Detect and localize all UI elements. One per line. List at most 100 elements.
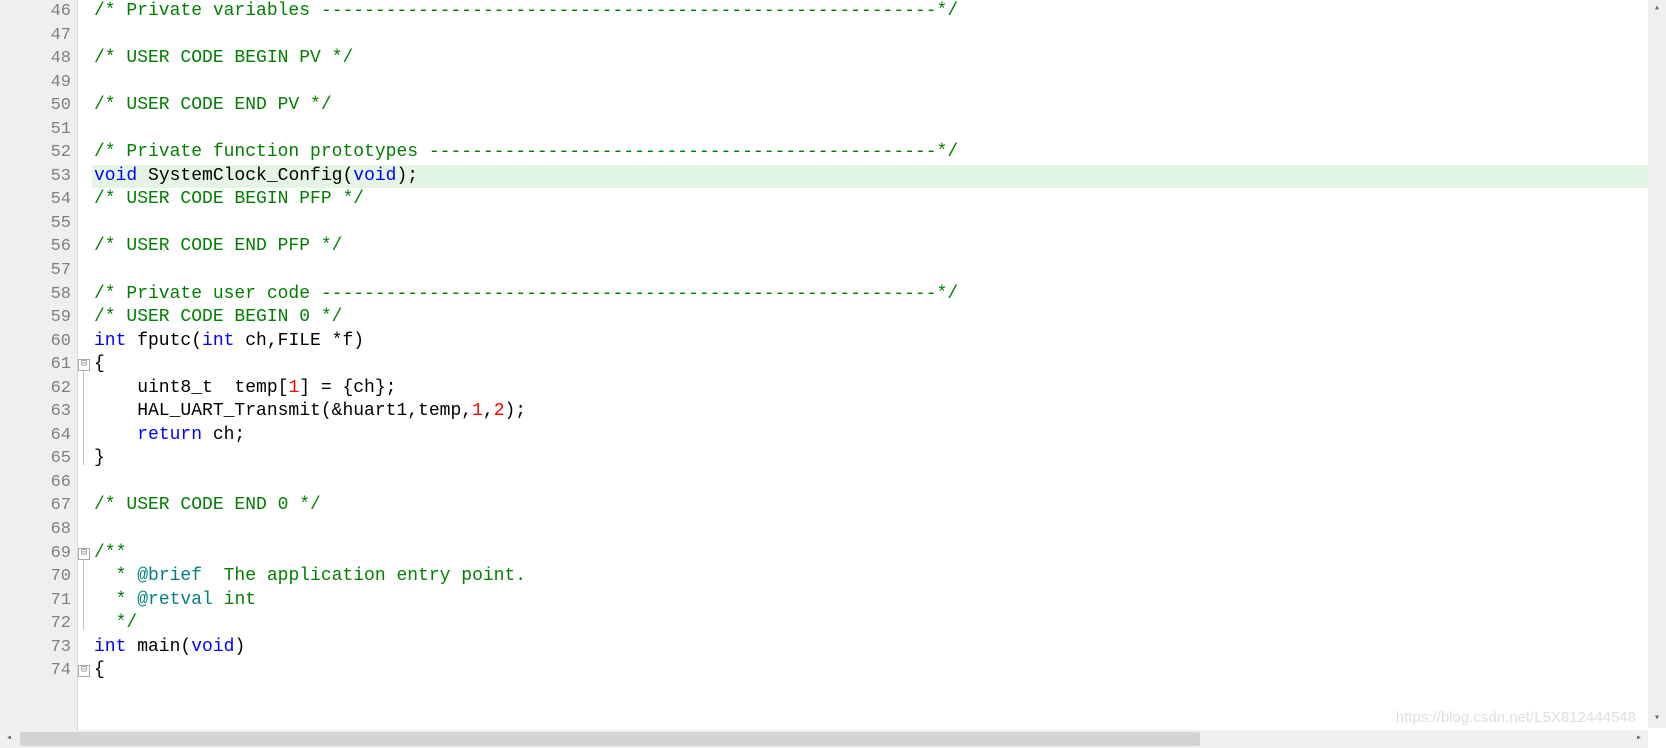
code-token: void xyxy=(191,637,234,657)
scroll-right-icon[interactable]: ▸ xyxy=(1630,730,1648,748)
code-line[interactable]: /* USER CODE BEGIN PV */ xyxy=(92,47,1666,71)
code-line[interactable]: */ xyxy=(92,612,1666,636)
code-token: ); xyxy=(505,401,527,421)
line-number: 61 xyxy=(0,353,71,377)
line-number: 50 xyxy=(0,94,71,118)
code-line[interactable]: } xyxy=(92,447,1666,471)
code-line[interactable]: /* USER CODE END 0 */ xyxy=(92,494,1666,518)
code-line[interactable] xyxy=(92,471,1666,495)
fold-toggle-icon[interactable]: ⊟ xyxy=(78,548,90,560)
code-line[interactable]: /* USER CODE BEGIN PFP */ xyxy=(92,188,1666,212)
code-token: * xyxy=(94,590,137,610)
code-token: void xyxy=(94,166,137,186)
code-token: int xyxy=(213,590,256,610)
code-line[interactable] xyxy=(92,518,1666,542)
code-token: return xyxy=(137,425,202,445)
line-number: 59 xyxy=(0,306,71,330)
code-line[interactable]: { xyxy=(92,659,1666,683)
code-line[interactable]: int fputc(int ch,FILE *f) xyxy=(92,330,1666,354)
line-number-gutter: 4647484950515253545556575859606162636465… xyxy=(0,0,78,748)
code-token: @retval xyxy=(137,590,213,610)
code-line[interactable]: uint8_t temp[1] = {ch}; xyxy=(92,377,1666,401)
code-token: SystemClock_Config( xyxy=(137,166,353,186)
line-number: 70 xyxy=(0,565,71,589)
code-token: ch; xyxy=(202,425,245,445)
code-token: @brief xyxy=(137,566,202,586)
code-line[interactable]: * @brief The application entry point. xyxy=(92,565,1666,589)
line-number: 72 xyxy=(0,612,71,636)
code-token: /** xyxy=(94,543,126,563)
line-number: 63 xyxy=(0,400,71,424)
code-token: } xyxy=(94,448,105,468)
code-line[interactable]: /* Private function prototypes ---------… xyxy=(92,141,1666,165)
vertical-scrollbar[interactable]: ▴ ▾ xyxy=(1648,0,1666,728)
line-number: 48 xyxy=(0,47,71,71)
code-line[interactable] xyxy=(92,24,1666,48)
line-number: 55 xyxy=(0,212,71,236)
code-token: /* USER CODE END PV */ xyxy=(94,95,332,115)
code-token: ) xyxy=(234,637,245,657)
fold-column[interactable]: ⊟ ⊟ ⊟ xyxy=(78,0,92,748)
line-number: 54 xyxy=(0,188,71,212)
horizontal-scrollbar[interactable]: ◂ ▸ xyxy=(0,730,1648,748)
code-token: /* USER CODE END PFP */ xyxy=(94,236,342,256)
code-line[interactable]: /* USER CODE BEGIN 0 */ xyxy=(92,306,1666,330)
fold-toggle-icon[interactable]: ⊟ xyxy=(78,359,90,371)
code-line[interactable]: * @retval int xyxy=(92,589,1666,613)
line-number: 73 xyxy=(0,636,71,660)
code-token: /* Private user code -------------------… xyxy=(94,284,958,304)
code-line[interactable]: /* USER CODE END PFP */ xyxy=(92,235,1666,259)
line-number: 47 xyxy=(0,24,71,48)
code-token: */ xyxy=(94,613,137,633)
code-line[interactable]: /** xyxy=(92,542,1666,566)
scroll-left-icon[interactable]: ◂ xyxy=(0,730,18,748)
code-token: /* USER CODE BEGIN 0 */ xyxy=(94,307,342,327)
code-area[interactable]: /* Private variables -------------------… xyxy=(92,0,1666,748)
scroll-up-icon[interactable]: ▴ xyxy=(1648,0,1666,18)
line-number: 46 xyxy=(0,0,71,24)
code-line[interactable]: int main(void) xyxy=(92,636,1666,660)
code-line[interactable]: HAL_UART_Transmit(&huart1,temp,1,2); xyxy=(92,400,1666,424)
line-number: 52 xyxy=(0,141,71,165)
code-line[interactable] xyxy=(92,212,1666,236)
line-number: 51 xyxy=(0,118,71,142)
line-number: 68 xyxy=(0,518,71,542)
code-token: 1 xyxy=(288,378,299,398)
code-token: int xyxy=(94,637,126,657)
line-number: 62 xyxy=(0,377,71,401)
code-line[interactable] xyxy=(92,259,1666,283)
code-token xyxy=(94,425,137,445)
code-token: { xyxy=(94,660,105,680)
line-number: 57 xyxy=(0,259,71,283)
line-number: 66 xyxy=(0,471,71,495)
scroll-thumb[interactable] xyxy=(20,732,1200,746)
code-editor[interactable]: 4647484950515253545556575859606162636465… xyxy=(0,0,1666,748)
code-token: ] = {ch}; xyxy=(299,378,396,398)
scroll-down-icon[interactable]: ▾ xyxy=(1648,710,1666,728)
code-token: uint8_t temp[ xyxy=(94,378,288,398)
code-token: HAL_UART_Transmit(&huart1,temp, xyxy=(94,401,472,421)
code-line[interactable]: /* Private user code -------------------… xyxy=(92,283,1666,307)
code-line[interactable]: { xyxy=(92,353,1666,377)
code-token: fputc( xyxy=(126,331,202,351)
code-line[interactable] xyxy=(92,71,1666,95)
code-token: , xyxy=(483,401,494,421)
line-number: 60 xyxy=(0,330,71,354)
line-number: 67 xyxy=(0,494,71,518)
code-line[interactable] xyxy=(92,118,1666,142)
watermark: https://blog.csdn.net/L5X812444548 xyxy=(1396,709,1636,726)
code-token: { xyxy=(94,354,105,374)
code-line[interactable]: /* USER CODE END PV */ xyxy=(92,94,1666,118)
code-token: /* Private function prototypes ---------… xyxy=(94,142,958,162)
code-token: 1 xyxy=(472,401,483,421)
code-line[interactable]: return ch; xyxy=(92,424,1666,448)
fold-toggle-icon[interactable]: ⊟ xyxy=(78,665,90,677)
code-token: /* USER CODE END 0 */ xyxy=(94,495,321,515)
fold-guide xyxy=(83,560,84,631)
line-number: 65 xyxy=(0,447,71,471)
line-number: 74 xyxy=(0,659,71,683)
code-line[interactable]: /* Private variables -------------------… xyxy=(92,0,1666,24)
code-token: main( xyxy=(126,637,191,657)
line-number: 58 xyxy=(0,283,71,307)
code-line[interactable]: void SystemClock_Config(void); xyxy=(92,165,1666,189)
